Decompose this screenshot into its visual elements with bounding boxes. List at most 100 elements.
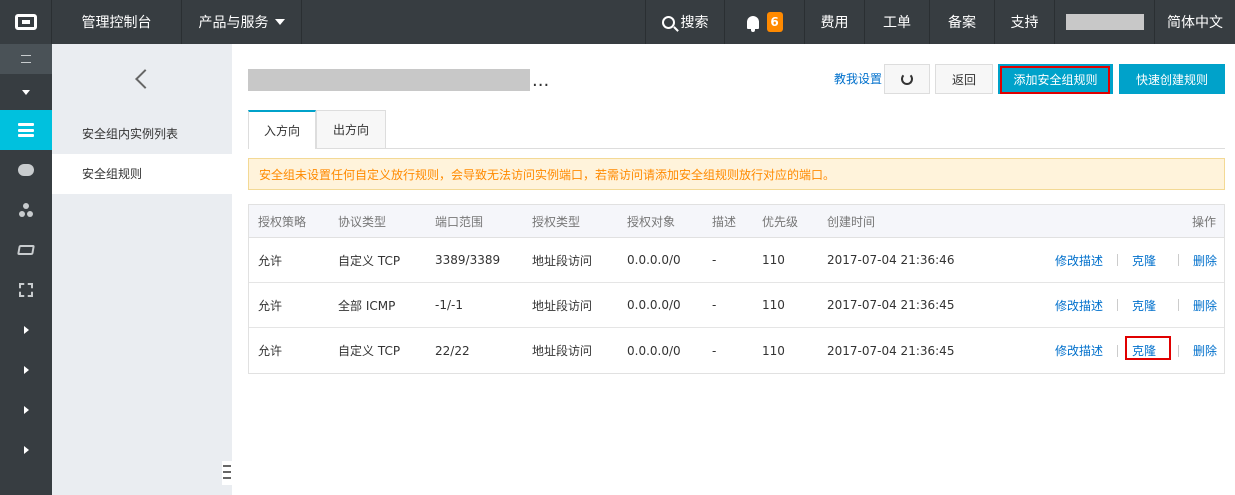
cell-policy: 允许 — [258, 253, 283, 268]
action-separator — [1178, 344, 1179, 357]
header-desc: 描述 — [712, 214, 737, 229]
action-separator — [1178, 254, 1179, 266]
cell-auth-type: 地址段访问 — [532, 253, 593, 268]
help-link[interactable]: 教我设置 — [834, 70, 882, 87]
tab-inbound[interactable]: 入方向 — [248, 110, 316, 149]
nodes-icon — [19, 203, 33, 217]
nav-expand-toggle[interactable] — [0, 74, 52, 110]
row-actions: 修改描述 克隆 删除 — [1055, 328, 1217, 373]
collapse-handle[interactable] — [222, 461, 232, 485]
header-target: 授权对象 — [627, 214, 676, 229]
edit-desc-link[interactable]: 修改描述 — [1055, 297, 1117, 314]
header-policy: 授权策略 — [258, 214, 307, 229]
cell-auth-type: 地址段访问 — [532, 298, 593, 313]
products-label: 产品与服务 — [198, 15, 269, 31]
triangle-right-icon — [23, 406, 29, 414]
table-row: 允许 自定义 TCP 22/22 地址段访问 0.0.0.0/0 - 110 2… — [249, 328, 1224, 373]
edit-desc-link[interactable]: 修改描述 — [1055, 252, 1117, 269]
products-menu[interactable]: 产品与服务 — [182, 0, 302, 44]
nav-storage[interactable] — [0, 230, 52, 270]
action-separator — [1178, 299, 1179, 311]
layers-icon — [17, 245, 35, 255]
nav-chip[interactable] — [0, 270, 52, 310]
bell-icon — [746, 15, 759, 32]
redacted-username — [1065, 14, 1144, 30]
refresh-button[interactable] — [884, 64, 930, 94]
action-separator — [1117, 299, 1118, 311]
subnav-item-rules[interactable]: 安全组规则 — [52, 154, 232, 194]
search-button[interactable]: 搜索 — [645, 0, 725, 44]
nav-ecs[interactable] — [0, 110, 52, 150]
logo-icon — [14, 14, 37, 30]
notification-badge: 6 — [766, 12, 783, 32]
cell-created: 2017-07-04 21:36:45 — [827, 343, 955, 358]
support-link[interactable]: 支持 — [995, 0, 1055, 44]
ticket-link[interactable]: 工单 — [865, 0, 930, 44]
warning-notice: 安全组未设置任何自定义放行规则，会导致无法访问实例端口，若需访问请添加安全组规则… — [248, 158, 1225, 190]
triangle-right-icon — [23, 446, 29, 454]
subnav-item-instances[interactable]: 安全组内实例列表 — [52, 114, 232, 154]
top-bar: 管理控制台 产品与服务 搜索 6 费用 工单 备案 支持 简体中文 — [0, 0, 1235, 44]
cell-ports: 22/22 — [435, 343, 470, 358]
tabs-divider — [248, 148, 1225, 149]
search-icon — [661, 15, 675, 29]
return-button[interactable]: 返回 — [935, 64, 993, 94]
header-auth-type: 授权类型 — [532, 214, 581, 229]
chevron-left-icon — [135, 69, 155, 89]
nav-group-2[interactable] — [0, 350, 52, 390]
page-title-suffix: ... — [532, 70, 550, 91]
cell-target: 0.0.0.0/0 — [627, 298, 681, 312]
triangle-down-icon — [22, 89, 30, 95]
server-icon — [18, 123, 34, 137]
cell-protocol: 自定义 TCP — [338, 253, 401, 268]
chip-icon — [19, 283, 33, 297]
clone-link[interactable]: 克隆 — [1125, 336, 1178, 360]
aliyun-logo[interactable] — [0, 0, 52, 44]
record-link[interactable]: 备案 — [930, 0, 995, 44]
quick-create-rule-button[interactable]: 快速创建规则 — [1119, 64, 1225, 94]
nav-cloud[interactable] — [0, 150, 52, 190]
menu-toggle[interactable] — [0, 44, 52, 74]
cell-policy: 允许 — [258, 298, 283, 313]
language-switch[interactable]: 简体中文 — [1155, 0, 1235, 44]
cell-policy: 允许 — [258, 344, 283, 358]
hamburger-icon — [21, 55, 31, 63]
left-nav — [0, 44, 52, 495]
highlight-box — [1125, 336, 1171, 360]
user-account[interactable] — [1055, 0, 1155, 44]
clone-link[interactable]: 克隆 — [1132, 252, 1178, 269]
fee-link[interactable]: 费用 — [805, 0, 865, 44]
tab-outbound[interactable]: 出方向 — [316, 110, 386, 149]
nav-group-1[interactable] — [0, 310, 52, 350]
refresh-icon — [901, 73, 913, 85]
main-content: ... 教我设置 返回 添加安全组规则 快速创建规则 入方向 出方向 安全组未设… — [232, 44, 1235, 495]
table-row: 允许 全部 ICMP -1/-1 地址段访问 0.0.0.0/0 - 110 2… — [249, 283, 1224, 328]
cell-created: 2017-07-04 21:36:46 — [827, 253, 955, 267]
nav-group-3[interactable] — [0, 390, 52, 430]
cell-desc: - — [712, 343, 717, 358]
add-rule-button[interactable]: 添加安全组规则 — [998, 64, 1113, 94]
cell-priority: 110 — [762, 253, 785, 267]
console-link[interactable]: 管理控制台 — [52, 0, 182, 44]
action-separator — [1117, 254, 1118, 266]
clone-link[interactable]: 克隆 — [1132, 297, 1178, 314]
cell-created: 2017-07-04 21:36:45 — [827, 298, 955, 312]
notification-button[interactable]: 6 — [725, 0, 805, 44]
sub-nav: 安全组内实例列表 安全组规则 — [52, 44, 232, 495]
back-button[interactable] — [52, 44, 232, 114]
edit-desc-link[interactable]: 修改描述 — [1055, 342, 1117, 359]
action-separator — [1117, 344, 1118, 357]
triangle-right-icon — [23, 366, 29, 374]
table-row: 允许 自定义 TCP 3389/3389 地址段访问 0.0.0.0/0 - 1… — [249, 238, 1224, 283]
header-protocol: 协议类型 — [338, 214, 387, 229]
header-ops: 操作 — [1191, 214, 1216, 229]
cell-target: 0.0.0.0/0 — [627, 343, 681, 358]
caret-down-icon — [274, 19, 285, 25]
delete-link[interactable]: 删除 — [1193, 342, 1217, 359]
delete-link[interactable]: 删除 — [1193, 252, 1217, 269]
header-ports: 端口范围 — [435, 214, 484, 229]
delete-link[interactable]: 删除 — [1193, 297, 1217, 314]
nav-group-4[interactable] — [0, 430, 52, 470]
nav-network[interactable] — [0, 190, 52, 230]
